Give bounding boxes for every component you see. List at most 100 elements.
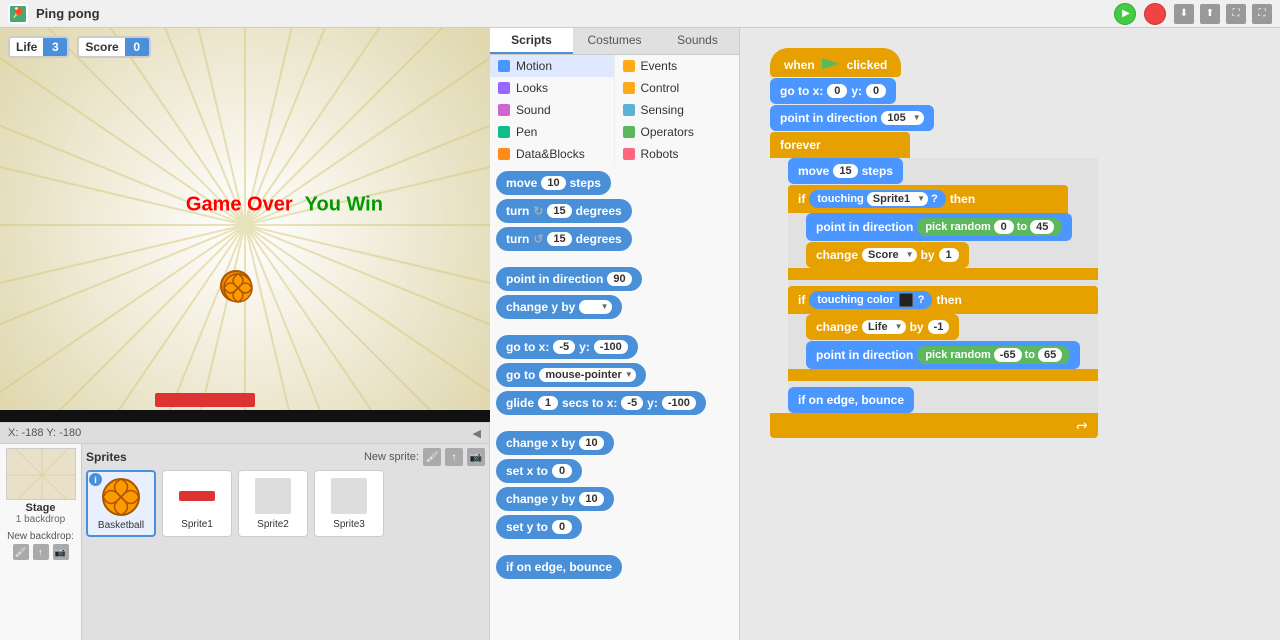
category-robots-label: Robots: [641, 147, 679, 161]
category-data-label: Data&Blocks: [516, 147, 585, 161]
block-change-score[interactable]: change Score by 1: [806, 242, 969, 268]
touching-text: touching: [817, 193, 863, 205]
category-pen-label: Pen: [516, 125, 537, 139]
category-sensing-label: Sensing: [641, 103, 684, 117]
block-goto-y-text: y:: [579, 340, 590, 354]
tab-scripts[interactable]: Scripts: [490, 28, 573, 54]
block-set-x-val[interactable]: 0: [552, 464, 572, 478]
block-separator-3: [496, 419, 733, 427]
upload-sprite-icon[interactable]: ↑: [445, 448, 463, 466]
block-goto-zero[interactable]: go to x: 0 y: 0: [770, 78, 896, 104]
forever-header[interactable]: forever: [770, 132, 910, 158]
category-sound[interactable]: Sound: [490, 99, 614, 121]
point-dir-val[interactable]: 105: [881, 111, 923, 125]
move-steps[interactable]: 15: [833, 164, 857, 178]
block-edge-bounce[interactable]: if on edge, bounce: [788, 387, 914, 413]
rand2-to[interactable]: 65: [1038, 348, 1062, 362]
block-change-x[interactable]: change x by 10: [496, 431, 614, 455]
block-point-rand1[interactable]: point in direction pick random 0 to 45: [806, 213, 1072, 241]
life-val[interactable]: -1: [928, 320, 950, 334]
category-looks[interactable]: Looks: [490, 77, 614, 99]
block-point-rand2[interactable]: point in direction pick random -65 to 65: [806, 341, 1080, 369]
block-point-towards[interactable]: change y by: [496, 295, 622, 319]
block-glide-secs[interactable]: 1: [538, 396, 558, 410]
sprite-item-sprite3[interactable]: Sprite3: [314, 470, 384, 537]
paint-sprite-icon[interactable]: 🖌: [423, 448, 441, 466]
block-goto-pointer-dropdown[interactable]: mouse-pointer: [539, 368, 635, 382]
score-var-dropdown[interactable]: Score: [862, 248, 917, 262]
if-color-header[interactable]: if touching color ? then: [788, 286, 1098, 314]
toolbar-icon-4[interactable]: ⛶: [1252, 4, 1272, 24]
touching-sprite-dropdown[interactable]: Sprite1: [867, 192, 928, 206]
category-operators[interactable]: Operators: [615, 121, 740, 143]
camera-sprite-icon[interactable]: 📷: [467, 448, 485, 466]
tab-costumes[interactable]: Costumes: [573, 28, 656, 54]
block-move-15[interactable]: move 15 steps: [788, 158, 903, 184]
category-motion[interactable]: Motion: [490, 55, 614, 77]
block-goto-pointer[interactable]: go to mouse-pointer: [496, 363, 646, 387]
script-area[interactable]: when clicked go to x: 0 y: 0 point in di…: [740, 28, 1280, 640]
block-set-x[interactable]: set x to 0: [496, 459, 582, 483]
block-goto-y[interactable]: -100: [594, 340, 628, 354]
if-touching-header[interactable]: if touching Sprite1 ? then: [788, 185, 1068, 213]
block-turn-ccw-degrees[interactable]: 15: [547, 232, 571, 246]
category-robots[interactable]: Robots: [615, 143, 740, 165]
block-turn-ccw-label: degrees: [576, 232, 622, 246]
toolbar-icon-1[interactable]: ⬇: [1174, 4, 1194, 24]
sprite-item-basketball[interactable]: i Basketball: [86, 470, 156, 537]
block-move-steps[interactable]: 10: [541, 176, 565, 190]
rand1-from[interactable]: 0: [994, 220, 1014, 234]
block-change-x-val[interactable]: 10: [579, 436, 603, 450]
toolbar-icon-3[interactable]: ⛶: [1226, 4, 1246, 24]
block-turn-cw-degrees[interactable]: 15: [547, 204, 571, 218]
block-goto-x[interactable]: -5: [553, 340, 575, 354]
stage-canvas[interactable]: Life 3 Score 0 Game Over You Win: [0, 28, 490, 423]
score-val[interactable]: 1: [939, 248, 959, 262]
stop-button[interactable]: [1144, 3, 1166, 25]
sprite-item-sprite1[interactable]: Sprite1: [162, 470, 232, 537]
block-turn-ccw[interactable]: turn ↺ 15 degrees: [496, 227, 632, 251]
camera-backdrop-icon[interactable]: 📷: [53, 544, 69, 560]
block-glide[interactable]: glide 1 secs to x: -5 y: -100: [496, 391, 706, 415]
life-var-dropdown[interactable]: Life: [862, 320, 906, 334]
block-set-y-val[interactable]: 0: [552, 520, 572, 534]
rand1-to[interactable]: 45: [1030, 220, 1054, 234]
toolbar-icon-2[interactable]: ⬆: [1200, 4, 1220, 24]
block-glide-y[interactable]: -100: [662, 396, 696, 410]
motion-dot: [498, 60, 510, 72]
pick-random-1-text: pick random: [925, 221, 990, 233]
block-glide-x[interactable]: -5: [621, 396, 643, 410]
block-point-dir-105[interactable]: point in direction 105: [770, 105, 934, 131]
stage-thumb-image: [6, 448, 76, 500]
spacer-2: [788, 382, 1098, 386]
block-change-y[interactable]: change y by 10: [496, 487, 614, 511]
upload-backdrop-icon[interactable]: ↑: [33, 544, 49, 560]
green-flag-button[interactable]: [1114, 3, 1136, 25]
rand2-from[interactable]: -65: [994, 348, 1022, 362]
block-if-edge[interactable]: if on edge, bounce: [496, 555, 622, 579]
block-change-y-val[interactable]: 10: [579, 492, 603, 506]
category-sensing[interactable]: Sensing: [615, 99, 740, 121]
block-move[interactable]: move 10 steps: [496, 171, 611, 195]
goto-y0[interactable]: 0: [866, 84, 886, 98]
tab-sounds[interactable]: Sounds: [656, 28, 739, 54]
category-control[interactable]: Control: [615, 77, 740, 99]
block-change-life[interactable]: change Life by -1: [806, 314, 959, 340]
block-turn-cw[interactable]: turn ↻ 15 degrees: [496, 199, 632, 223]
sprite-item-sprite2[interactable]: Sprite2: [238, 470, 308, 537]
category-events[interactable]: Events: [615, 55, 740, 77]
block-point-towards-dropdown[interactable]: [579, 300, 611, 314]
block-set-y[interactable]: set y to 0: [496, 515, 582, 539]
category-data[interactable]: Data&Blocks: [490, 143, 614, 165]
paint-backdrop-icon[interactable]: 🖌: [13, 544, 29, 560]
block-point-dir-val[interactable]: 90: [607, 272, 631, 286]
sprite1-preview: [176, 475, 218, 517]
category-pen[interactable]: Pen: [490, 121, 614, 143]
goto-x0[interactable]: 0: [827, 84, 847, 98]
stage-thumbnail[interactable]: Stage 1 backdrop New backdrop: 🖌 ↑ 📷: [0, 444, 82, 640]
hat-block-when-clicked[interactable]: when clicked: [770, 48, 901, 77]
ground-line: [0, 410, 490, 422]
block-point-direction[interactable]: point in direction 90: [496, 267, 642, 291]
block-goto-xy[interactable]: go to x: -5 y: -100: [496, 335, 638, 359]
expand-icon[interactable]: ◀: [473, 427, 481, 440]
